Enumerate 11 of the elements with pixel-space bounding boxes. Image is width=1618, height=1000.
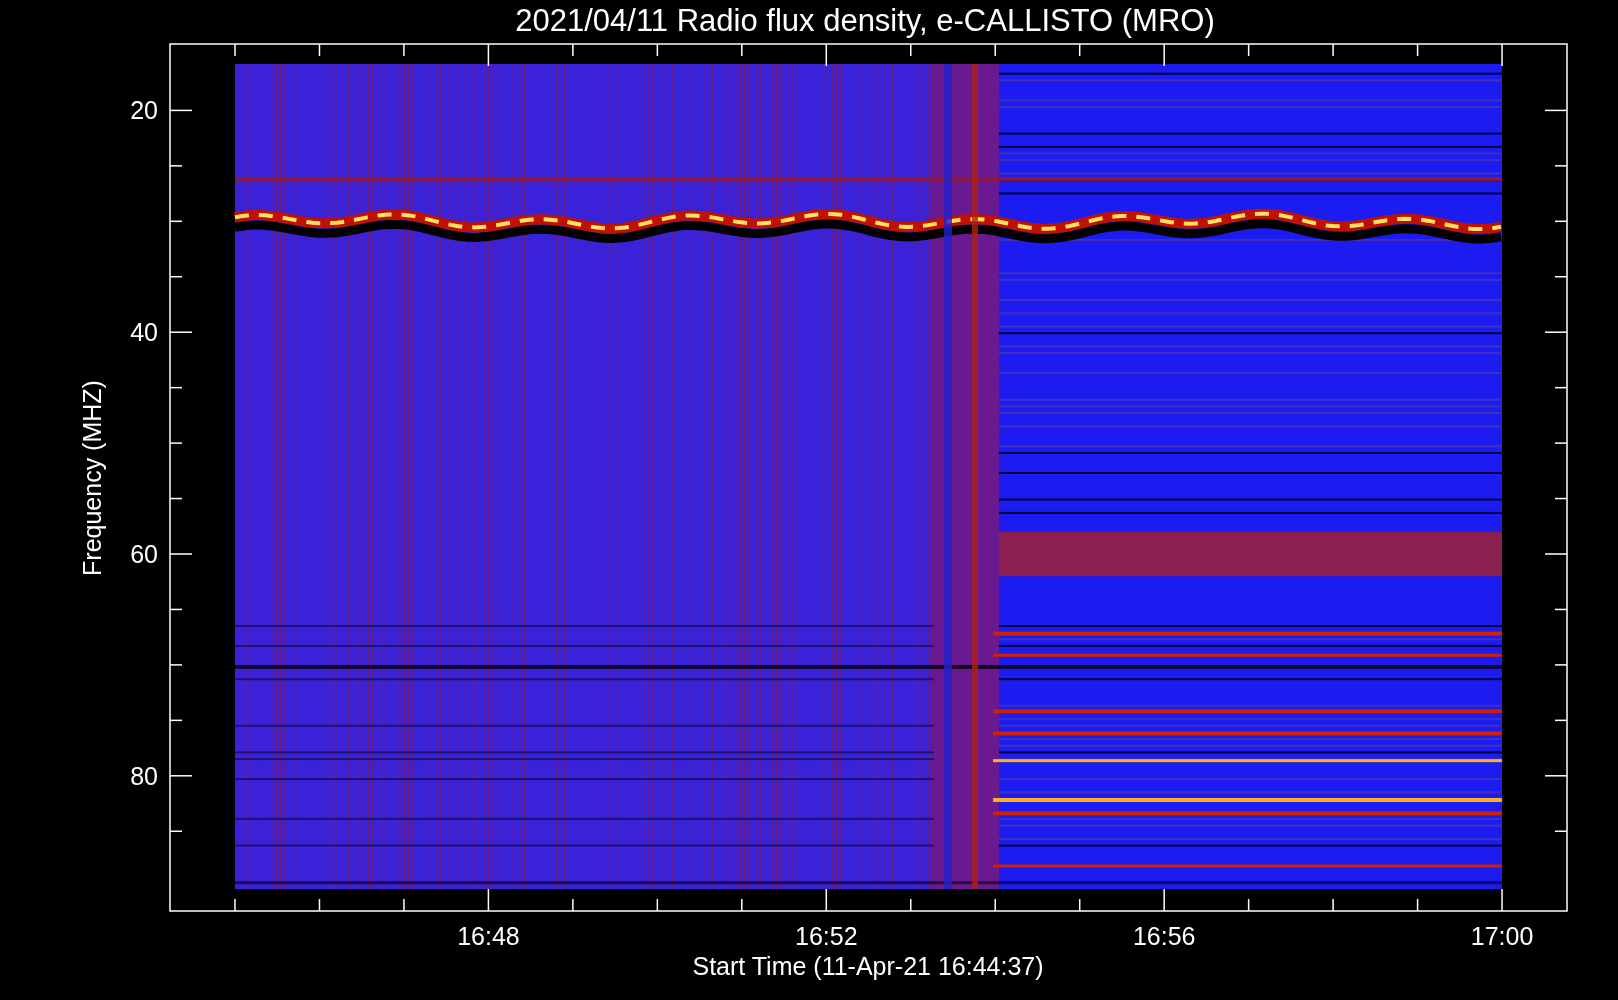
y-axis-label: Frequency (MHZ) — [78, 380, 106, 576]
x-tick-label: 16:56 — [1132, 922, 1196, 950]
chart-title: 2021/04/11 Radio flux density, e-CALLISTO (MRO) — [515, 3, 1215, 38]
x-axis-label: Start Time (11-Apr-21 16:44:37) — [692, 952, 1044, 980]
y-tick-label: 60 — [130, 540, 158, 568]
x-tick-label: 17:00 — [1470, 922, 1534, 950]
x-tick-label: 16:52 — [795, 922, 858, 950]
y-tick-label: 40 — [130, 318, 158, 347]
y-tick-label: 20 — [130, 96, 158, 125]
y-tick-label: 80 — [130, 761, 158, 790]
x-tick-label: 16:48 — [457, 922, 520, 950]
